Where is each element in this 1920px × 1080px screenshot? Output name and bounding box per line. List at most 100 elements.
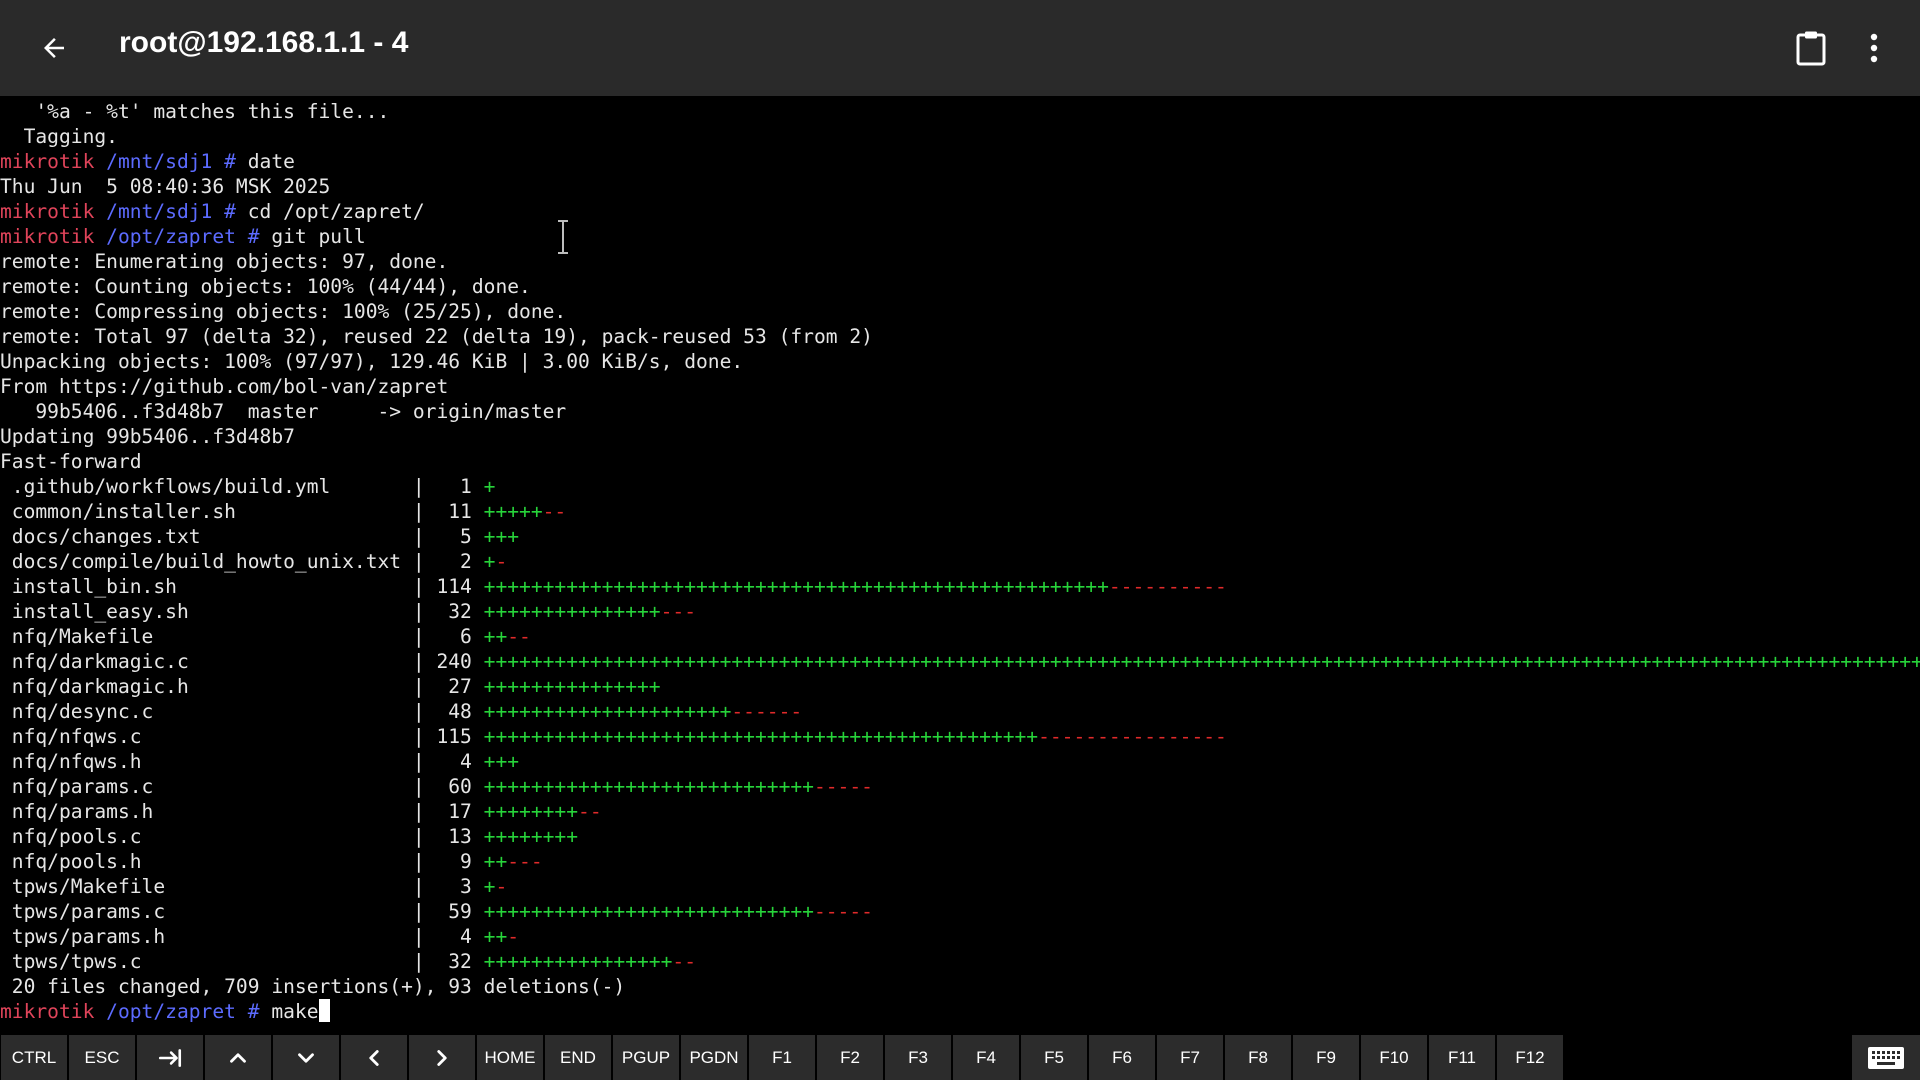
session-title: root@192.168.1.1 - 4 xyxy=(119,26,409,59)
diff-deletions: ----- xyxy=(813,900,873,923)
terminal-text: remote: Compressing objects: 100% (25/25… xyxy=(0,300,567,323)
chevron-left-icon xyxy=(369,1049,379,1066)
terminal-text: nfq/params.c | 60 xyxy=(0,775,484,798)
key-f7[interactable]: F7 xyxy=(1157,1035,1223,1080)
diff-deletions: --- xyxy=(507,850,543,873)
chevron-right-icon xyxy=(437,1049,447,1066)
terminal-text: nfq/darkmagic.h | 27 xyxy=(0,675,484,698)
terminal-text: nfq/darkmagic.c | 240 xyxy=(0,650,484,673)
key-label: F5 xyxy=(1044,1047,1064,1067)
key-f6[interactable]: F6 xyxy=(1089,1035,1155,1080)
key-f5[interactable]: F5 xyxy=(1021,1035,1087,1080)
terminal-line: Updating 99b5406..f3d48b7 xyxy=(0,424,1920,449)
diff-additions: + xyxy=(483,550,496,573)
terminal-text: Updating 99b5406..f3d48b7 xyxy=(0,425,295,448)
terminal-text: tpws/params.c | 59 xyxy=(0,900,484,923)
diff-deletions: - xyxy=(495,550,508,573)
key-f9[interactable]: F9 xyxy=(1293,1035,1359,1080)
diff-deletions: -- xyxy=(578,800,602,823)
key-pgdn[interactable]: PGDN xyxy=(681,1035,747,1080)
terminal-line: common/installer.sh | 11 +++++-- xyxy=(0,499,1920,524)
key-arrow-right[interactable] xyxy=(409,1035,475,1080)
prompt-user: mikrotik xyxy=(0,1000,107,1023)
terminal-line: nfq/nfqws.h | 4 +++ xyxy=(0,749,1920,774)
diff-additions: ++++++++++++++++ xyxy=(483,950,673,973)
terminal-text: Fast-forward xyxy=(0,450,142,473)
terminal-text: Tagging. xyxy=(0,125,118,148)
key-arrow-down[interactable] xyxy=(273,1035,339,1080)
prompt-path: /opt/zapret # xyxy=(106,225,272,248)
key-end[interactable]: END xyxy=(545,1035,611,1080)
terminal-text: nfq/nfqws.c | 115 xyxy=(0,725,484,748)
terminal-text: cd /opt/zapret/ xyxy=(247,200,425,223)
terminal-text: git pull xyxy=(271,225,366,248)
terminal-line: 20 files changed, 709 insertions(+), 93 … xyxy=(0,974,1920,999)
diff-additions: ++++++++++++++++++++++++++++++++++++++++… xyxy=(483,725,1039,748)
key-f11[interactable]: F11 xyxy=(1429,1035,1495,1080)
terminal-line: tpws/params.h | 4 ++- xyxy=(0,924,1920,949)
terminal-line: Tagging. xyxy=(0,124,1920,149)
key-f1[interactable]: F1 xyxy=(749,1035,815,1080)
terminal-text: nfq/pools.c | 13 xyxy=(0,825,484,848)
terminal-text: install_bin.sh | 114 xyxy=(0,575,484,598)
diff-additions: ++ xyxy=(483,625,508,648)
overflow-menu-button[interactable] xyxy=(1850,24,1898,72)
terminal-text: '%a - %t' matches this file... xyxy=(0,100,390,123)
key-f10[interactable]: F10 xyxy=(1361,1035,1427,1080)
terminal-line: nfq/pools.c | 13 ++++++++ xyxy=(0,824,1920,849)
terminal-text: remote: Counting objects: 100% (44/44), … xyxy=(0,275,531,298)
key-label: F4 xyxy=(976,1047,996,1067)
prompt-path: /opt/zapret # xyxy=(106,1000,272,1023)
diff-deletions: -- xyxy=(672,950,696,973)
tab-icon xyxy=(158,1048,182,1067)
terminal-text: nfq/Makefile | 6 xyxy=(0,625,484,648)
more-vert-icon xyxy=(1870,33,1878,63)
back-button[interactable] xyxy=(24,24,84,72)
key-arrow-left[interactable] xyxy=(341,1035,407,1080)
key-pgup[interactable]: PGUP xyxy=(613,1035,679,1080)
key-f4[interactable]: F4 xyxy=(953,1035,1019,1080)
terminal-line: nfq/darkmagic.c | 240 ++++++++++++++++++… xyxy=(0,649,1920,674)
text-cursor-ibeam-icon xyxy=(558,220,568,254)
diff-additions: ++ xyxy=(483,925,508,948)
keyboard-toggle-button[interactable] xyxy=(1852,1035,1920,1080)
key-label: F6 xyxy=(1112,1047,1132,1067)
title-bar: root@192.168.1.1 - 4 xyxy=(0,0,1920,96)
terminal-line: nfq/Makefile | 6 ++-- xyxy=(0,624,1920,649)
diff-additions: +++ xyxy=(483,525,520,548)
key-home[interactable]: HOME xyxy=(477,1035,543,1080)
terminal-line: Thu Jun 5 08:40:36 MSK 2025 xyxy=(0,174,1920,199)
key-f3[interactable]: F3 xyxy=(885,1035,951,1080)
key-label: F7 xyxy=(1180,1047,1200,1067)
key-tab[interactable] xyxy=(137,1035,203,1080)
diff-additions: ++++++++ xyxy=(483,825,579,848)
terminal-line: docs/compile/build_howto_unix.txt | 2 +- xyxy=(0,549,1920,574)
terminal-line: '%a - %t' matches this file... xyxy=(0,99,1920,124)
diff-additions: ++++++++++++++++++++++++++++ xyxy=(483,775,814,798)
terminal-text: tpws/tpws.c | 32 xyxy=(0,950,484,973)
key-label: F8 xyxy=(1248,1047,1268,1067)
diff-deletions: ---------- xyxy=(1108,575,1227,598)
key-ctrl[interactable]: CTRL xyxy=(1,1035,67,1080)
key-esc[interactable]: ESC xyxy=(69,1035,135,1080)
diff-additions: ++++++++ xyxy=(483,800,579,823)
chevron-down-icon xyxy=(298,1052,314,1063)
key-arrow-up[interactable] xyxy=(205,1035,271,1080)
terminal-line: .github/workflows/build.yml | 1 + xyxy=(0,474,1920,499)
terminal-line: mikrotik /mnt/sdj1 # cd /opt/zapret/ xyxy=(0,199,1920,224)
terminal-line: install_easy.sh | 32 +++++++++++++++--- xyxy=(0,599,1920,624)
terminal-line: 99b5406..f3d48b7 master -> origin/master xyxy=(0,399,1920,424)
terminal-text: .github/workflows/build.yml | 1 xyxy=(0,475,484,498)
clipboard-button[interactable] xyxy=(1787,24,1835,72)
key-f12[interactable]: F12 xyxy=(1497,1035,1563,1080)
terminal-view[interactable]: '%a - %t' matches this file... Tagging. m… xyxy=(0,96,1920,1032)
terminal-text: nfq/params.h | 17 xyxy=(0,800,484,823)
key-f8[interactable]: F8 xyxy=(1225,1035,1291,1080)
diff-deletions: ----- xyxy=(813,775,873,798)
chevron-up-icon xyxy=(230,1052,246,1063)
key-label: F10 xyxy=(1379,1047,1409,1067)
terminal-line: mikrotik /mnt/sdj1 # date xyxy=(0,149,1920,174)
prompt-user: mikrotik xyxy=(0,200,107,223)
terminal-text: date xyxy=(247,150,295,173)
key-f2[interactable]: F2 xyxy=(817,1035,883,1080)
